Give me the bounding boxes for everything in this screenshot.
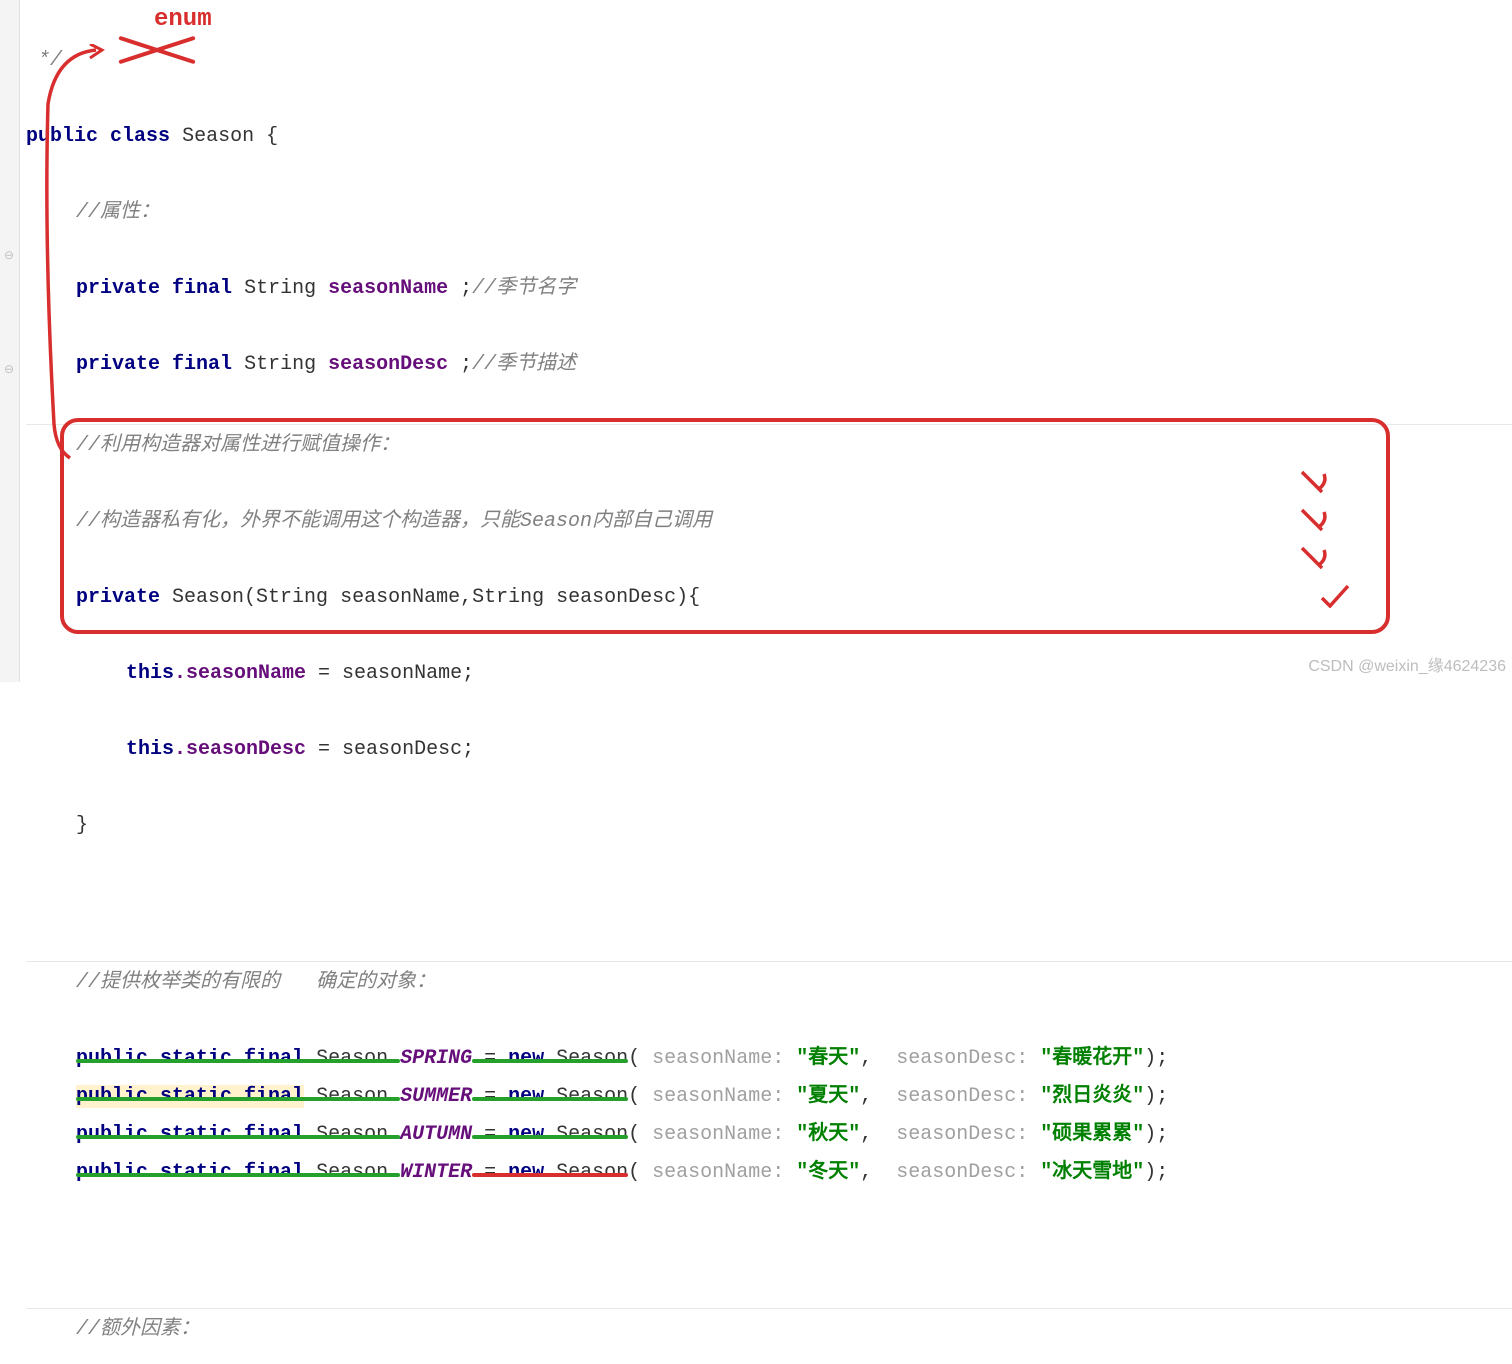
blank-line	[26, 883, 1512, 921]
struck-new-season: = new Season	[472, 1047, 628, 1070]
param-hint: seasonName:	[640, 1047, 796, 1070]
method-separator	[26, 1308, 1512, 1309]
string-literal: "春天"	[796, 1047, 860, 1070]
param-hint: seasonDesc:	[884, 1047, 1040, 1070]
enum-constant-rows: public static final Season SPRING = new …	[26, 1040, 1512, 1192]
param-hint: seasonDesc:	[884, 1085, 1040, 1108]
struck-new-season: = new Season	[472, 1123, 628, 1146]
comment-properties: //属性：	[26, 194, 1512, 232]
private-keyword: private	[76, 277, 160, 300]
comment-extra: //额外因素：	[26, 1311, 1512, 1349]
enum-constant-line: public static final Season AUTUMN = new …	[26, 1116, 1512, 1154]
struck-new-season: = new Season	[472, 1161, 628, 1184]
param-hint: seasonName:	[640, 1123, 796, 1146]
assign-season-name: this.seasonName = seasonName;	[26, 655, 1512, 693]
final-keyword: final	[172, 277, 232, 300]
string-literal: "夏天"	[796, 1085, 860, 1108]
method-separator	[26, 961, 1512, 962]
public-keyword: public	[26, 125, 98, 148]
string-literal: "烈日炎炎"	[1040, 1085, 1144, 1108]
struck-public-static-final: public static final Season	[76, 1123, 400, 1146]
param-hint: seasonDesc:	[884, 1123, 1040, 1146]
string-literal: "春暖花开"	[1040, 1047, 1144, 1070]
param-hint: seasonName:	[640, 1085, 796, 1108]
comment-end: */	[26, 42, 1512, 80]
struck-new-season: = new Season	[472, 1085, 628, 1108]
param-hint: seasonDesc:	[884, 1161, 1040, 1184]
struck-public-static-final: public static final Season	[76, 1085, 400, 1108]
enum-constant-name: WINTER	[400, 1161, 472, 1184]
constructor-signature: private Season(String seasonName,String …	[26, 579, 1512, 617]
close-brace: }	[26, 807, 1512, 845]
blank-line	[26, 1230, 1512, 1268]
class-keyword: class	[110, 125, 170, 148]
open-brace: {	[254, 125, 278, 148]
param-hint: seasonName:	[640, 1161, 796, 1184]
string-literal: "秋天"	[796, 1123, 860, 1146]
struck-public-static-final: public static final Season	[76, 1161, 400, 1184]
enum-constant-name: SPRING	[400, 1047, 472, 1070]
string-literal: "冬天"	[796, 1161, 860, 1184]
method-separator	[26, 424, 1512, 425]
watermark: CSDN @weixin_缘4624236	[1308, 652, 1506, 676]
field-season-desc: private final String seasonDesc ;//季节描述	[26, 346, 1512, 384]
comment-constructor-2: //构造器私有化，外界不能调用这个构造器，只能Season内部自己调用	[26, 503, 1512, 541]
field-season-name: private final String seasonName ;//季节名字	[26, 270, 1512, 308]
enum-constant-name: SUMMER	[400, 1085, 472, 1108]
enum-constant-line: public static final Season SPRING = new …	[26, 1040, 1512, 1078]
assign-season-desc: this.seasonDesc = seasonDesc;	[26, 731, 1512, 769]
class-declaration: public class Season {	[26, 118, 1512, 156]
code-editor[interactable]: */ public class Season { //属性： private f…	[0, 0, 1512, 1364]
enum-constant-line: public static final Season WINTER = new …	[26, 1154, 1512, 1192]
annotation-enum-label: enum	[154, 6, 212, 33]
string-literal: "冰天雪地"	[1040, 1161, 1144, 1184]
comment-enum-objects: //提供枚举类的有限的 确定的对象：	[26, 964, 1512, 1002]
enum-constant-name: AUTUMN	[400, 1123, 472, 1146]
class-name: Season	[182, 125, 254, 148]
string-literal: "硕果累累"	[1040, 1123, 1144, 1146]
struck-public-static-final: public static final Season	[76, 1047, 400, 1070]
comment-constructor-1: //利用构造器对属性进行赋值操作：	[26, 427, 1512, 465]
enum-constant-line: public static final Season SUMMER = new …	[26, 1078, 1512, 1116]
